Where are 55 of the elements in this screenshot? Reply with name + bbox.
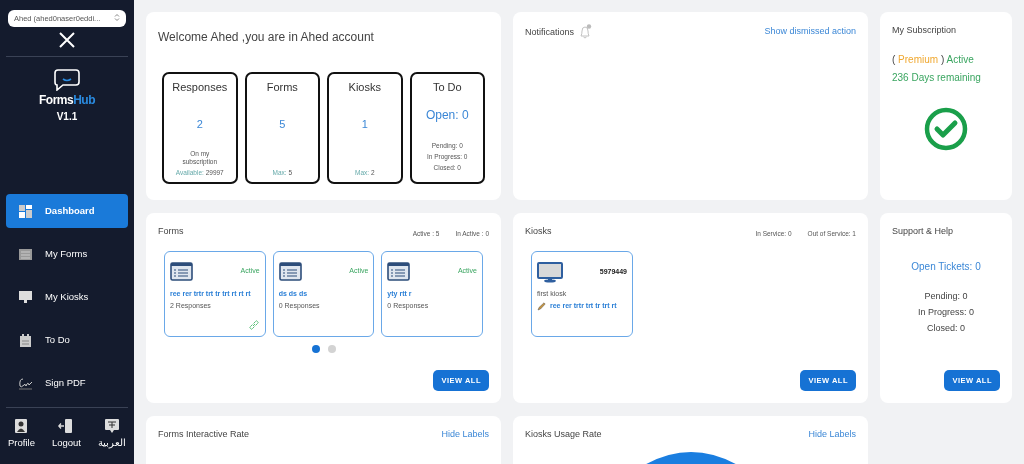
form-icon bbox=[18, 246, 33, 262]
form-icon bbox=[170, 261, 193, 281]
panel-title: Forms bbox=[158, 225, 184, 238]
pencil-icon bbox=[537, 302, 546, 311]
stat-value: Open: 0 bbox=[425, 106, 469, 124]
dashboard-icon bbox=[18, 203, 33, 219]
page-dot[interactable] bbox=[327, 344, 336, 353]
sidebar-item[interactable]: Sign PDF bbox=[6, 366, 128, 401]
stat-title: Kiosks bbox=[348, 80, 381, 95]
sidebar-item[interactable]: Dashboard bbox=[6, 194, 128, 229]
panel-title: Notifications bbox=[525, 25, 575, 39]
hide-labels-link[interactable]: Hide Labels bbox=[808, 428, 856, 442]
stat-title: Responses bbox=[172, 80, 228, 95]
open-tickets: Open Tickets: 0 bbox=[910, 259, 982, 274]
sidebar-item[interactable]: My Forms bbox=[6, 237, 128, 272]
version-label: V1.1 bbox=[56, 110, 78, 125]
bell-icon bbox=[578, 24, 593, 39]
footer-button[interactable]: العربية bbox=[96, 417, 128, 450]
chat-bubble-icon bbox=[54, 69, 80, 92]
ticket-count: In Progress: 0 bbox=[917, 305, 975, 319]
footer-button[interactable]: Profile bbox=[6, 417, 37, 450]
person-icon bbox=[13, 417, 30, 434]
form-icon bbox=[387, 261, 411, 281]
page-dot[interactable] bbox=[311, 344, 320, 353]
panel-title: My Subscription bbox=[892, 24, 958, 37]
stat-value: 5 bbox=[279, 116, 286, 132]
close-icon bbox=[59, 32, 75, 49]
sidebar-item[interactable]: My Kiosks bbox=[6, 280, 128, 315]
check-circle-icon bbox=[924, 106, 968, 151]
monitor-icon bbox=[18, 289, 33, 305]
calendar-icon bbox=[18, 332, 33, 348]
stat-value: 1 bbox=[361, 116, 368, 132]
monitor-icon bbox=[537, 261, 563, 283]
ticket-count: Closed: 0 bbox=[926, 321, 966, 335]
panel-title: Support & Help bbox=[892, 225, 955, 238]
panel-title: Forms Interactive Rate bbox=[158, 428, 250, 441]
welcome-heading: Welcome Ahed ,you are in Ahed account bbox=[158, 29, 375, 46]
stat-title: To Do bbox=[432, 80, 462, 95]
form-icon bbox=[278, 261, 302, 281]
ticket-count: Pending: 0 bbox=[923, 289, 969, 303]
door-exit-icon bbox=[58, 417, 75, 434]
stat-value: 2 bbox=[196, 116, 203, 132]
hide-labels-link[interactable]: Hide Labels bbox=[441, 428, 489, 442]
panel-title: Kiosks bbox=[525, 225, 552, 238]
footer-button[interactable]: Logout bbox=[49, 417, 83, 450]
logo-text: FormsHub bbox=[39, 92, 95, 110]
stat-title: Forms bbox=[266, 80, 298, 95]
subscription-status: ( Premium ) Active bbox=[892, 52, 975, 67]
signature-icon bbox=[18, 375, 33, 391]
days-remaining: 236 Days remaining bbox=[892, 70, 982, 85]
show-dismissed-link[interactable]: Show dismissed action bbox=[764, 24, 856, 39]
language-icon bbox=[104, 417, 120, 434]
updown-icon bbox=[114, 13, 120, 22]
panel-title: Kiosks Usage Rate bbox=[525, 428, 602, 441]
sidebar-item[interactable]: To Do bbox=[6, 323, 128, 358]
